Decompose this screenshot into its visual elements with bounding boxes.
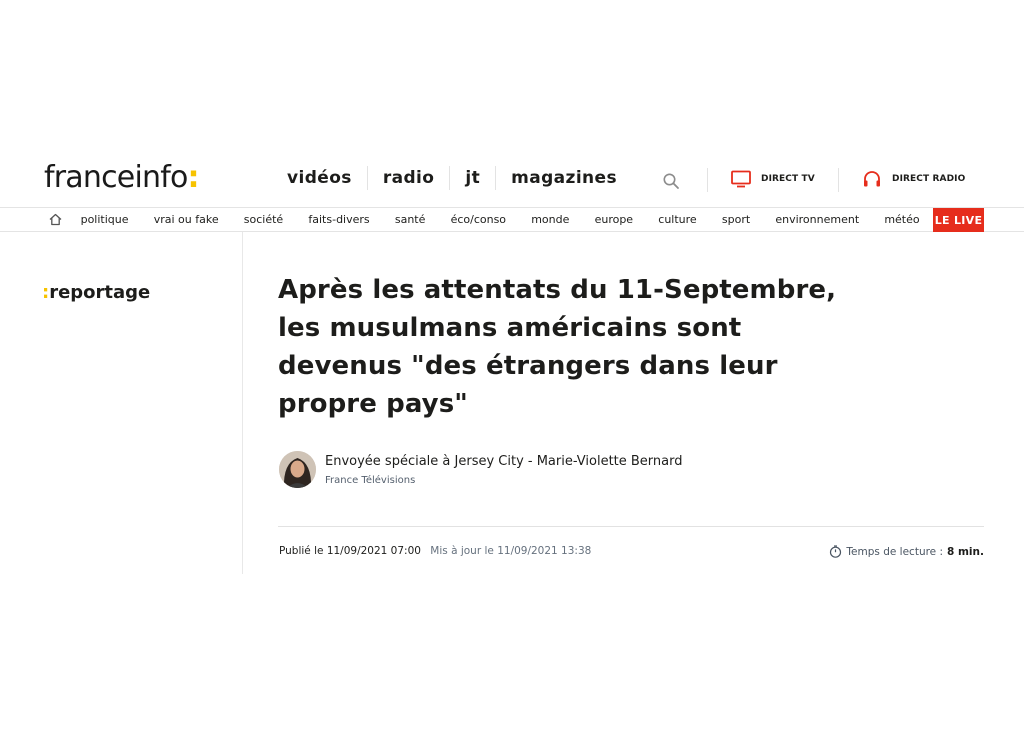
category-bar: politique vrai ou fake société faits-div… (0, 207, 1024, 232)
meta-divider (278, 526, 984, 527)
column-divider (242, 232, 243, 574)
category-meteo[interactable]: météo (872, 213, 932, 226)
stopwatch-icon (830, 545, 842, 558)
category-faits-divers[interactable]: faits-divers (296, 213, 382, 226)
direct-radio-label: DIRECT RADIO (892, 174, 966, 184)
logo-colon: : (187, 160, 200, 195)
article-title: Après les attentats du 11-Septembre, les… (278, 275, 837, 419)
franceinfo-logo[interactable]: franceinfo: (44, 160, 200, 195)
headphones-icon (864, 171, 880, 187)
logo-text: franceinfo (44, 160, 188, 195)
category-monde[interactable]: monde (519, 213, 582, 226)
category-eco-conso[interactable]: éco/conso (438, 213, 519, 226)
search-icon[interactable] (662, 172, 680, 190)
home-icon[interactable] (48, 212, 63, 227)
main-nav: vidéos radio jt magazines (272, 166, 632, 190)
category-societe[interactable]: société (231, 213, 296, 226)
le-live-button[interactable]: LE LIVE (933, 208, 984, 232)
category-europe[interactable]: europe (582, 213, 646, 226)
category-culture[interactable]: culture (646, 213, 710, 226)
direct-radio-button[interactable]: DIRECT RADIO (862, 170, 965, 188)
category-environnement[interactable]: environnement (763, 213, 872, 226)
author-name[interactable]: Envoyée spéciale à Jersey City - Marie-V… (325, 453, 683, 471)
rubric-label[interactable]: :reportage (42, 282, 150, 303)
header-divider (838, 168, 839, 192)
reading-time-value: 8 min. (947, 545, 984, 558)
category-sport[interactable]: sport (709, 213, 762, 226)
header-divider (707, 168, 708, 192)
published-date: Publié le 11/09/2021 07:00 (279, 545, 421, 557)
tv-icon (731, 170, 751, 188)
author-block: Envoyée spéciale à Jersey City - Marie-V… (279, 451, 683, 488)
reading-time: Temps de lecture : 8 min. (829, 545, 984, 558)
publication-info: Publié le 11/09/2021 07:00 Mis à jour le… (279, 545, 591, 557)
nav-radio[interactable]: radio (368, 168, 450, 188)
nav-jt[interactable]: jt (450, 168, 495, 188)
direct-tv-button[interactable]: DIRECT TV (731, 170, 815, 188)
reading-time-label: Temps de lecture : (846, 545, 944, 558)
direct-tv-label: DIRECT TV (761, 174, 815, 184)
nav-magazines[interactable]: magazines (496, 168, 632, 188)
updated-date: Mis à jour le 11/09/2021 13:38 (430, 545, 592, 557)
rubric-text: reportage (49, 282, 151, 303)
category-vrai-ou-fake[interactable]: vrai ou fake (141, 213, 231, 226)
category-politique[interactable]: politique (68, 213, 141, 226)
category-list: politique vrai ou fake société faits-div… (68, 208, 932, 231)
nav-videos[interactable]: vidéos (272, 168, 367, 188)
category-sante[interactable]: santé (382, 213, 438, 226)
avatar (279, 451, 316, 488)
site-header: franceinfo: vidéos radio jt magazines DI… (0, 152, 1024, 208)
author-organization: France Télévisions (325, 475, 416, 486)
